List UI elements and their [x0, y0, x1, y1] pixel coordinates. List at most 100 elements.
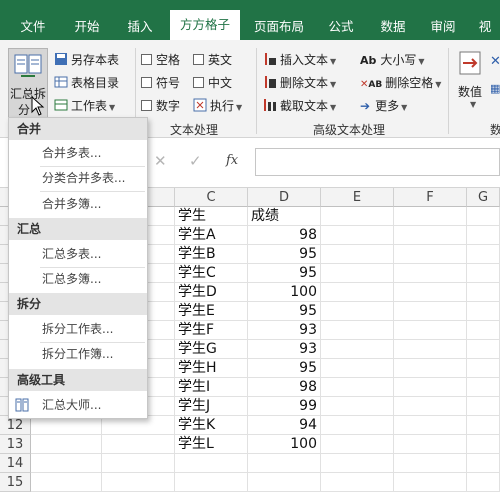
empty-cell[interactable]	[321, 378, 394, 397]
digit-checkbox[interactable]: 数字	[141, 96, 180, 116]
empty-cell[interactable]	[394, 264, 467, 283]
score-cell[interactable]: 100	[248, 435, 321, 454]
empty-cell[interactable]	[467, 473, 500, 492]
table-index-button[interactable]: 表格目录	[54, 73, 119, 93]
empty-cell[interactable]	[321, 302, 394, 321]
empty-cell[interactable]	[394, 340, 467, 359]
empty-cell[interactable]	[467, 321, 500, 340]
empty-cell[interactable]	[102, 454, 175, 473]
value-button[interactable]: 数值 ▼	[456, 50, 488, 114]
student-name-cell[interactable]: 学生F	[175, 321, 248, 340]
empty-cell[interactable]	[321, 359, 394, 378]
empty-cell[interactable]	[394, 378, 467, 397]
cancel-icon[interactable]: ✕	[154, 152, 167, 170]
worksheet-button[interactable]: 工作表 ▼	[54, 96, 115, 116]
empty-cell[interactable]	[394, 207, 467, 226]
empty-cell[interactable]	[467, 302, 500, 321]
empty-cell[interactable]	[467, 359, 500, 378]
save-as-sheet-button[interactable]: 另存本表	[54, 50, 119, 70]
empty-cell[interactable]	[467, 378, 500, 397]
student-name-cell[interactable]: 学生C	[175, 264, 248, 283]
space-checkbox[interactable]: 空格	[141, 50, 180, 70]
empty-cell[interactable]	[321, 340, 394, 359]
row-header[interactable]: 15	[0, 473, 31, 492]
column-header-c[interactable]: C	[175, 188, 248, 207]
formula-input[interactable]	[255, 148, 500, 176]
student-name-cell[interactable]: 学生L	[175, 435, 248, 454]
insert-text-button[interactable]: 插入文本 ▼	[263, 50, 336, 70]
empty-cell[interactable]	[102, 473, 175, 492]
student-name-cell[interactable]: 学生K	[175, 416, 248, 435]
empty-cell[interactable]	[467, 245, 500, 264]
score-cell[interactable]: 94	[248, 416, 321, 435]
tab-formulas[interactable]: 公式	[318, 0, 364, 40]
empty-cell[interactable]	[321, 454, 394, 473]
empty-cell[interactable]	[394, 435, 467, 454]
menu-item-summary-sheets[interactable]: 汇总多表...	[9, 242, 147, 266]
empty-cell[interactable]	[394, 397, 467, 416]
score-cell[interactable]: 93	[248, 321, 321, 340]
empty-cell[interactable]	[467, 397, 500, 416]
empty-cell[interactable]	[467, 207, 500, 226]
score-cell[interactable]: 99	[248, 397, 321, 416]
column-header-g[interactable]: G	[467, 188, 500, 207]
menu-item-split-sheet[interactable]: 拆分工作表...	[9, 317, 147, 341]
enter-icon[interactable]: ✓	[189, 152, 202, 170]
empty-cell[interactable]	[394, 359, 467, 378]
column-header-f[interactable]: F	[394, 188, 467, 207]
tab-file[interactable]: 文件	[10, 0, 56, 40]
empty-cell[interactable]	[394, 416, 467, 435]
header-cell-score[interactable]: 成绩	[248, 207, 321, 226]
tab-view[interactable]: 视	[470, 0, 500, 40]
empty-cell[interactable]	[394, 226, 467, 245]
empty-cell[interactable]	[31, 473, 102, 492]
empty-cell[interactable]	[467, 454, 500, 473]
student-name-cell[interactable]: 学生A	[175, 226, 248, 245]
empty-cell[interactable]	[321, 264, 394, 283]
tab-page-layout[interactable]: 页面布局	[248, 0, 310, 40]
student-name-cell[interactable]: 学生J	[175, 397, 248, 416]
empty-cell[interactable]	[394, 321, 467, 340]
score-cell[interactable]: 95	[248, 302, 321, 321]
score-cell[interactable]: 95	[248, 245, 321, 264]
empty-cell[interactable]	[321, 435, 394, 454]
student-name-cell[interactable]: 学生H	[175, 359, 248, 378]
empty-cell[interactable]	[467, 416, 500, 435]
header-cell-student[interactable]: 学生	[175, 207, 248, 226]
score-cell[interactable]: 93	[248, 340, 321, 359]
empty-cell[interactable]	[175, 454, 248, 473]
empty-cell[interactable]	[467, 226, 500, 245]
tab-home[interactable]: 开始	[64, 0, 110, 40]
score-cell[interactable]: 95	[248, 359, 321, 378]
chinese-checkbox[interactable]: 中文	[193, 73, 232, 93]
row-header[interactable]: 13	[0, 435, 31, 454]
tab-data[interactable]: 数据	[370, 0, 416, 40]
empty-cell[interactable]	[467, 283, 500, 302]
insert-function-icon[interactable]: fx	[226, 153, 238, 168]
score-cell[interactable]: 95	[248, 264, 321, 283]
empty-cell[interactable]	[321, 207, 394, 226]
execute-button[interactable]: 执行 ▼	[193, 96, 242, 116]
cut-text-button[interactable]: 截取文本 ▼	[263, 96, 336, 116]
empty-cell[interactable]	[321, 397, 394, 416]
menu-item-category-merge[interactable]: 分类合并多表...	[9, 166, 147, 190]
empty-cell[interactable]	[175, 473, 248, 492]
empty-cell[interactable]	[394, 245, 467, 264]
student-name-cell[interactable]: 学生D	[175, 283, 248, 302]
empty-cell[interactable]	[321, 283, 394, 302]
empty-cell[interactable]	[31, 454, 102, 473]
empty-cell[interactable]	[321, 321, 394, 340]
empty-cell[interactable]	[394, 283, 467, 302]
menu-item-summary-books[interactable]: 汇总多簿...	[9, 267, 147, 291]
score-cell[interactable]: 98	[248, 226, 321, 245]
empty-cell[interactable]	[31, 435, 102, 454]
menu-item-merge-sheets[interactable]: 合并多表...	[9, 141, 147, 165]
column-header-d[interactable]: D	[248, 188, 321, 207]
empty-cell[interactable]	[321, 245, 394, 264]
english-checkbox[interactable]: 英文	[193, 50, 232, 70]
empty-cell[interactable]	[394, 302, 467, 321]
student-name-cell[interactable]: 学生B	[175, 245, 248, 264]
empty-cell[interactable]	[102, 435, 175, 454]
student-name-cell[interactable]: 学生E	[175, 302, 248, 321]
empty-cell[interactable]	[467, 264, 500, 283]
